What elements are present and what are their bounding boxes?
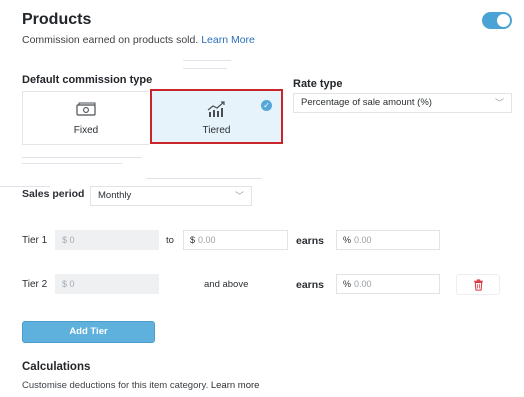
tier-1-earns-field[interactable]: % 0.00 (336, 230, 440, 250)
sales-period-label: Sales period (22, 188, 85, 200)
cash-icon (76, 102, 96, 116)
sales-period-value: Monthly (98, 190, 132, 201)
tier-1-earns-placeholder: 0.00 (354, 235, 372, 245)
toggle-knob (497, 14, 510, 27)
tier-2-above-label: and above (204, 279, 249, 290)
render-artifact (22, 163, 122, 164)
render-artifact (183, 60, 231, 61)
learn-more-link[interactable]: Learn More (201, 34, 255, 46)
chevron-down-icon: ﹀ (234, 191, 244, 201)
tier-2-earns-placeholder: 0.00 (354, 279, 372, 289)
fixed-option[interactable]: Fixed (22, 91, 149, 145)
render-artifact (0, 186, 50, 187)
add-tier-button[interactable]: Add Tier (22, 321, 155, 343)
products-toggle[interactable] (482, 12, 512, 29)
tiered-option-label: Tiered (202, 125, 231, 136)
page-title: Products (22, 11, 92, 28)
calculations-learn-more-link[interactable]: Learn more (211, 380, 260, 391)
fixed-option-label: Fixed (73, 125, 99, 136)
rate-type-label: Rate type (293, 78, 343, 90)
render-artifact (146, 178, 262, 179)
tier-1-from-field: $ 0 (55, 230, 159, 250)
sales-period-select[interactable]: Monthly ﹀ (90, 186, 252, 206)
tier-1-label: Tier 1 (22, 235, 48, 246)
tier-1-earns-label: earns (296, 235, 325, 247)
tier-1-to-field[interactable]: $0.00 (183, 230, 288, 250)
percent-prefix: % (343, 235, 352, 245)
tier-2-earns-field[interactable]: % 0.00 (336, 274, 440, 294)
tier-1-to-placeholder: 0.00 (198, 235, 216, 245)
tiered-option[interactable]: Tiered ✓ (150, 89, 283, 144)
tier-2-from-field: $ 0 (55, 274, 159, 294)
tier-2-earns-label: earns (296, 279, 325, 291)
trash-icon (474, 279, 483, 291)
calculations-title: Calculations (22, 361, 91, 373)
currency-prefix: $ (190, 235, 196, 245)
page-subtitle: Commission earned on products sold. Lear… (22, 34, 255, 46)
calculations-subtitle-text: Customise deductions for this item categ… (22, 380, 209, 391)
calculations-subtitle: Customise deductions for this item categ… (22, 380, 259, 391)
tier-2-label: Tier 2 (22, 279, 48, 290)
render-artifact (22, 157, 142, 158)
subtitle-text: Commission earned on products sold. (22, 34, 199, 46)
percent-prefix: % (343, 279, 352, 289)
chevron-down-icon: ﹀ (494, 98, 504, 108)
rate-type-select[interactable]: Percentage of sale amount (%) ﹀ (293, 93, 512, 113)
growth-chart-icon (207, 101, 225, 117)
render-artifact (183, 68, 227, 69)
delete-tier-button[interactable] (456, 274, 500, 295)
check-icon: ✓ (261, 100, 272, 111)
commission-type-label: Default commission type (22, 74, 153, 86)
rate-type-value: Percentage of sale amount (%) (301, 97, 432, 108)
tier-1-to-label: to (166, 235, 174, 246)
